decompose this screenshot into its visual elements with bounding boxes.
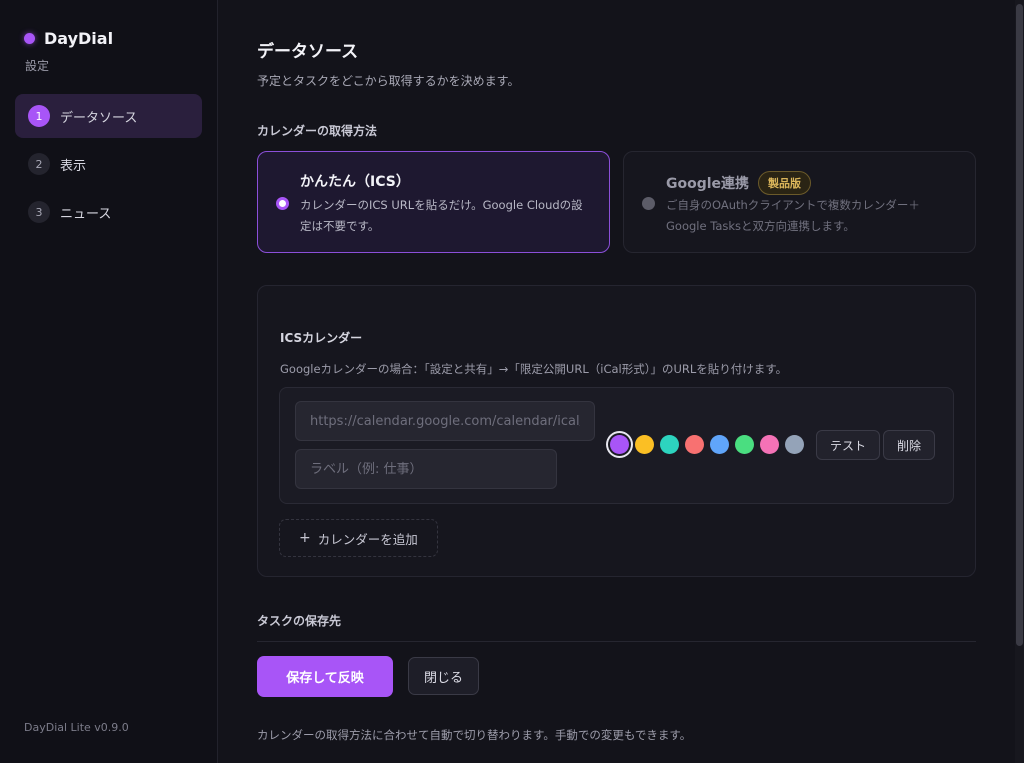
color-swatch[interactable] xyxy=(735,435,754,454)
scrollbar[interactable] xyxy=(1015,0,1024,763)
color-swatch[interactable] xyxy=(785,435,804,454)
step-number-badge: 2 xyxy=(28,153,50,175)
color-swatch[interactable] xyxy=(660,435,679,454)
close-button[interactable]: 閉じる xyxy=(408,657,479,695)
sidebar-item-label: 表示 xyxy=(60,158,87,174)
mode-option-description: カレンダーのICS URLを貼るだけ。Google Cloudの設定は不要です。 xyxy=(300,198,583,233)
add-calendar-button[interactable]: + カレンダーを追加 xyxy=(279,519,438,557)
ics-section-title: ICSカレンダー xyxy=(280,331,363,345)
mode-option-ics[interactable]: かんたん（ICS） カレンダーのICS URLを貼るだけ。Google Clou… xyxy=(257,151,610,253)
task-storage-label: タスクの保存先 xyxy=(257,614,342,628)
brand: DayDial xyxy=(24,29,113,48)
sidebar-item-label: データソース xyxy=(60,110,138,126)
ics-hint: Googleカレンダーの場合：「設定と共有」→「限定公開URL（iCal形式）」… xyxy=(280,362,788,376)
color-swatch[interactable] xyxy=(710,435,729,454)
divider xyxy=(257,641,976,642)
ics-url-input[interactable] xyxy=(295,401,595,441)
color-picker xyxy=(610,435,810,454)
color-swatch[interactable] xyxy=(760,435,779,454)
calendar-entry: テスト 削除 xyxy=(279,387,954,504)
sidebar-item-display[interactable]: 2 表示 xyxy=(15,142,202,186)
radio-selected-icon[interactable] xyxy=(276,197,289,210)
footer-note: カレンダーの取得方法に合わせて自動で切り替わります。手動での変更もできます。 xyxy=(257,728,692,742)
plus-icon: + xyxy=(299,530,311,546)
mode-option-title: かんたん（ICS） xyxy=(300,174,410,190)
mode-option-title: Google連携 xyxy=(666,176,750,192)
color-swatch[interactable] xyxy=(685,435,704,454)
version-label: DayDial Lite v0.9.0 xyxy=(24,721,129,734)
delete-button[interactable]: 削除 xyxy=(883,430,936,460)
app-name: DayDial xyxy=(44,29,114,48)
app-subtitle: 設定 xyxy=(25,59,50,73)
calendar-method-label: カレンダーの取得方法 xyxy=(257,124,378,138)
sidebar-nav: 1 データソース 2 表示 3 ニュース xyxy=(15,94,202,238)
save-button[interactable]: 保存して反映 xyxy=(257,656,393,697)
ics-calendar-panel: ICSカレンダー Googleカレンダーの場合：「設定と共有」→「限定公開URL… xyxy=(257,285,976,577)
step-number-badge: 3 xyxy=(28,201,50,223)
mode-option-title-row: Google連携 製品版 xyxy=(666,171,812,195)
radio-unselected-icon[interactable] xyxy=(642,197,655,210)
main-content: データソース 予定とタスクをどこから取得するかを決めます。 カレンダーの取得方法… xyxy=(219,0,1014,763)
sidebar-item-label: ニュース xyxy=(60,206,112,222)
color-swatch[interactable] xyxy=(635,435,654,454)
brand-dot-icon xyxy=(24,33,35,44)
test-button[interactable]: テスト xyxy=(816,430,881,460)
page-description: 予定とタスクをどこから取得するかを決めます。 xyxy=(257,74,520,88)
mode-option-description: ご自身のOAuthクライアントで複数カレンダー＋Google Tasksと双方向… xyxy=(666,198,920,233)
scrollbar-thumb[interactable] xyxy=(1016,4,1023,646)
pro-badge: 製品版 xyxy=(758,171,812,195)
color-swatch[interactable] xyxy=(610,435,629,454)
mode-option-google[interactable]: Google連携 製品版 ご自身のOAuthクライアントで複数カレンダー＋Goog… xyxy=(623,151,976,253)
sidebar: DayDial 設定 1 データソース 2 表示 3 ニュース DayDial … xyxy=(0,0,218,763)
sidebar-item-data-source[interactable]: 1 データソース xyxy=(15,94,202,138)
calendar-label-input[interactable] xyxy=(295,449,557,489)
step-number-badge: 1 xyxy=(28,105,50,127)
add-calendar-label: カレンダーを追加 xyxy=(317,531,418,547)
page-title: データソース xyxy=(257,42,359,62)
sidebar-item-news[interactable]: 3 ニュース xyxy=(15,190,202,234)
